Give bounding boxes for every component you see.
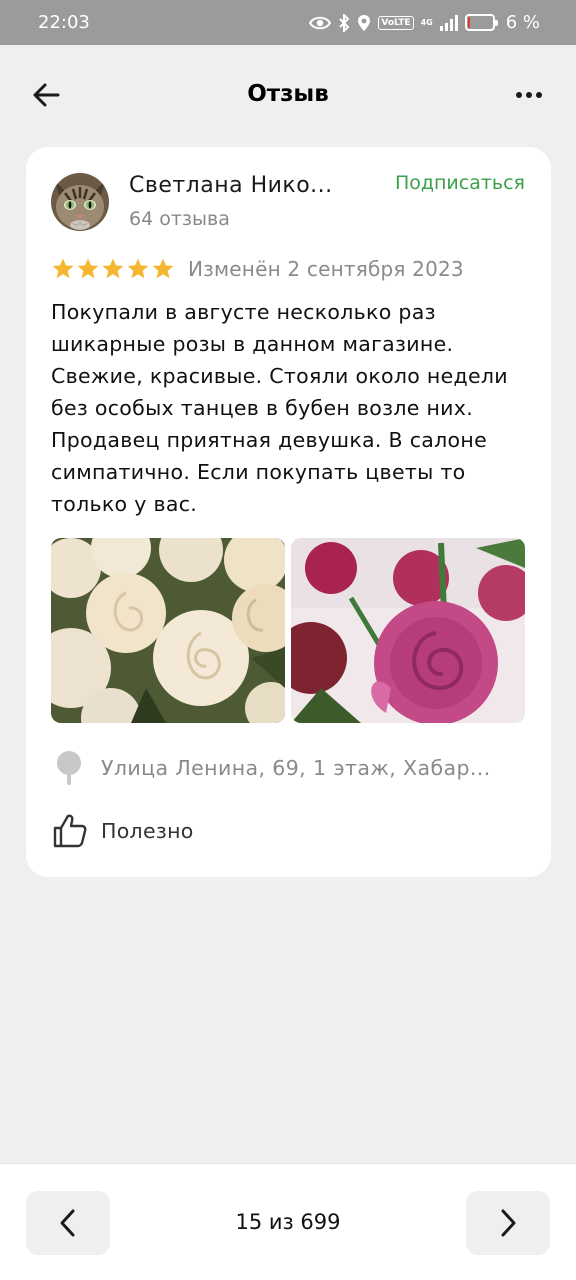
volte-icon: VoLTE bbox=[378, 15, 414, 30]
review-photo[interactable] bbox=[291, 538, 525, 723]
review-photos bbox=[51, 538, 525, 723]
status-icons: VoLTE 4G 6 % bbox=[309, 12, 540, 33]
map-pin-icon bbox=[57, 751, 81, 785]
network-type: 4G bbox=[420, 17, 433, 27]
cat-avatar-icon bbox=[51, 173, 109, 231]
address-row[interactable]: Улица Ленина, 69, 1 этаж, Хабар... bbox=[54, 751, 521, 785]
bottom-pager: 15 из 699 bbox=[0, 1163, 576, 1280]
eye-icon bbox=[309, 16, 332, 29]
star-icon bbox=[127, 258, 149, 279]
review-card: Светлана Нико... 64 отзыва Подписаться И… bbox=[26, 147, 551, 877]
edited-date: Изменён 2 сентября 2023 bbox=[188, 257, 464, 281]
rating-row: Изменён 2 сентября 2023 bbox=[51, 257, 464, 281]
dot-icon bbox=[536, 92, 542, 98]
helpful-button[interactable]: Полезно bbox=[53, 813, 194, 849]
subscribe-button[interactable]: Подписаться bbox=[395, 172, 525, 194]
pink-roses-photo bbox=[291, 538, 525, 723]
avatar[interactable] bbox=[51, 173, 109, 231]
battery-fill bbox=[467, 17, 470, 28]
address-text: Улица Ленина, 69, 1 этаж, Хабар... bbox=[101, 756, 491, 780]
dot-icon bbox=[526, 92, 532, 98]
battery-icon bbox=[464, 14, 498, 31]
page-title: Отзыв bbox=[247, 81, 329, 107]
more-options-button[interactable] bbox=[516, 85, 546, 105]
signal-icon bbox=[439, 14, 458, 31]
star-icon bbox=[152, 258, 174, 279]
star-icon bbox=[52, 258, 74, 279]
review-photo[interactable] bbox=[51, 538, 285, 723]
battery-percent: 6 % bbox=[505, 12, 540, 33]
review-count: 64 отзыва bbox=[129, 208, 230, 230]
star-icon bbox=[102, 258, 124, 279]
next-button[interactable] bbox=[466, 1191, 550, 1255]
app-header: Отзыв bbox=[0, 45, 576, 145]
star-rating bbox=[51, 257, 175, 281]
status-bar: 22:03 VoLTE 4G 6 % bbox=[0, 0, 576, 45]
author-name[interactable]: Светлана Нико... bbox=[129, 173, 359, 198]
helpful-label: Полезно bbox=[101, 819, 194, 843]
status-time: 22:03 bbox=[38, 12, 90, 33]
location-icon bbox=[358, 14, 371, 31]
chevron-right-icon bbox=[501, 1209, 516, 1237]
review-text: Покупали в августе несколько раз шикарны… bbox=[51, 300, 508, 516]
cream-roses-photo bbox=[51, 538, 285, 723]
thumbs-up-icon bbox=[53, 814, 87, 848]
dot-icon bbox=[516, 92, 522, 98]
star-icon bbox=[77, 258, 99, 279]
bluetooth-icon bbox=[339, 13, 350, 32]
